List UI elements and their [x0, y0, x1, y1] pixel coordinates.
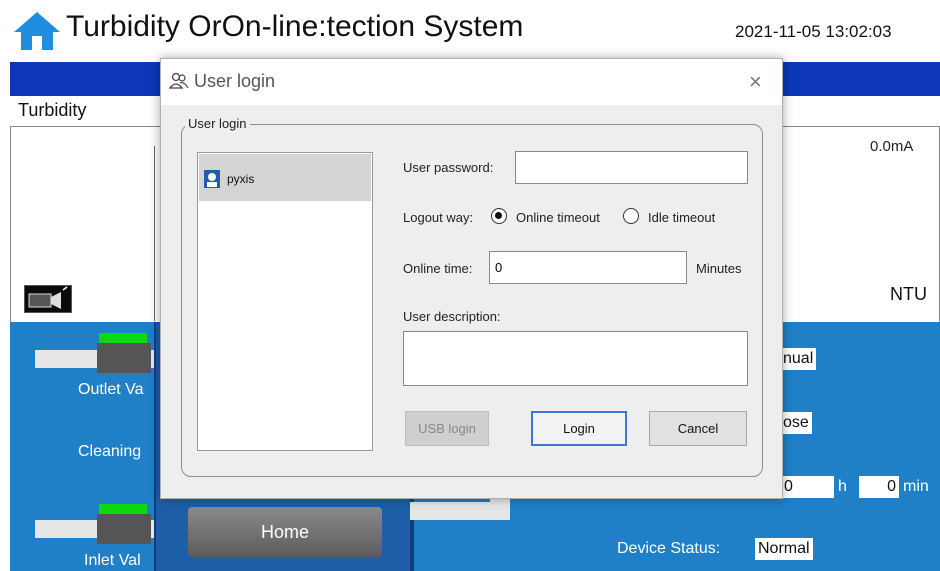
online-time-unit: Minutes: [696, 261, 742, 276]
description-label: User description:: [403, 309, 501, 324]
login-button[interactable]: Login: [531, 411, 627, 446]
camera-icon[interactable]: [24, 285, 72, 313]
hours-unit: h: [838, 478, 847, 495]
current-reading: 0.0mA: [870, 138, 914, 155]
close-icon[interactable]: ×: [749, 69, 762, 95]
inlet-valve-icon[interactable]: [97, 514, 151, 544]
list-item[interactable]: pyxis: [199, 154, 371, 201]
inlet-valve-label: Inlet Val: [84, 552, 141, 569]
outlet-valve-label: Outlet Va: [78, 381, 144, 398]
cleaning-label: Cleaning: [78, 443, 142, 460]
unit-label: NTU: [890, 284, 927, 304]
users-icon: [169, 72, 189, 89]
online-timeout-radio[interactable]: [491, 208, 507, 224]
outlet-valve-indicator: [99, 333, 147, 343]
valve-state-value[interactable]: ose: [780, 412, 812, 434]
group-label: User login: [185, 116, 250, 131]
home-button[interactable]: Home: [188, 507, 382, 557]
inlet-valve-indicator: [99, 504, 147, 514]
outlet-valve-icon[interactable]: [97, 343, 151, 373]
idle-timeout-label[interactable]: Idle timeout: [648, 210, 715, 225]
user-avatar-icon: [204, 170, 220, 188]
mode-value[interactable]: nual: [780, 348, 817, 370]
login-dialog: User login × User login pyxis User passw…: [160, 58, 783, 499]
app-datetime: 2021-11-05 13:02:03: [735, 22, 892, 41]
turbidity-label: Turbidity: [18, 100, 87, 120]
cancel-button[interactable]: Cancel: [649, 411, 747, 446]
device-status-label: Device Status:: [617, 540, 721, 557]
description-textarea[interactable]: [403, 331, 748, 386]
password-input[interactable]: [515, 151, 748, 184]
home-icon[interactable]: [12, 10, 62, 52]
idle-timeout-radio[interactable]: [623, 208, 639, 224]
minutes-unit: min: [903, 478, 929, 495]
dialog-title: User login: [194, 71, 276, 91]
minutes-input[interactable]: 0: [859, 476, 899, 498]
app-title: Turbidity OrOn-line:tection System: [66, 10, 524, 43]
online-timeout-label[interactable]: Online timeout: [516, 210, 600, 225]
online-time-label: Online time:: [403, 261, 473, 276]
panel-divider: [154, 146, 155, 321]
usb-login-button[interactable]: USB login: [405, 411, 489, 446]
device-status-value: Normal: [755, 538, 813, 560]
logout-way-label: Logout way:: [403, 210, 474, 225]
online-time-input[interactable]: [489, 251, 687, 284]
user-list[interactable]: pyxis: [197, 152, 373, 451]
password-label: User password:: [403, 160, 494, 175]
hours-input[interactable]: 0: [781, 476, 834, 498]
user-name: pyxis: [227, 172, 255, 186]
